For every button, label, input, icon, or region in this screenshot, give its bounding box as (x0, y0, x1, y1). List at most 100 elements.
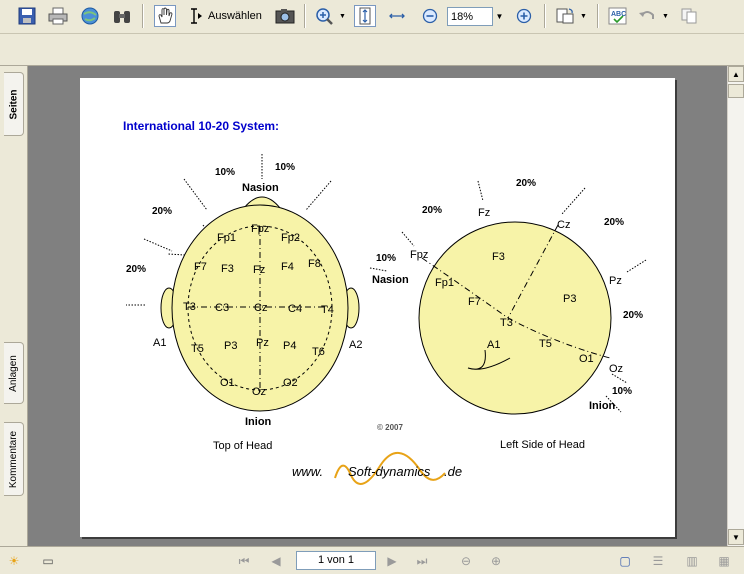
svg-text:F4: F4 (281, 261, 294, 273)
scroll-down-icon[interactable]: ▼ (728, 529, 744, 545)
svg-text:F8: F8 (308, 258, 321, 270)
secondary-toolbar (0, 34, 744, 66)
side-tab-attachments[interactable]: Anlagen (4, 342, 24, 404)
undo-icon[interactable] (636, 5, 658, 27)
copy-icon[interactable] (678, 5, 700, 27)
svg-text:T3: T3 (183, 301, 196, 313)
side-tab-comments[interactable]: Kommentare (4, 422, 24, 496)
svg-text:Oz: Oz (609, 363, 623, 375)
head-side-outline (418, 221, 612, 415)
top-a1-label: A1 (153, 337, 166, 349)
copyright-label: © 2007 (377, 423, 403, 432)
next-page-icon[interactable]: ▶ (382, 551, 402, 571)
zoom-out-icon[interactable] (419, 5, 441, 27)
hand-tool-icon[interactable] (154, 5, 176, 27)
svg-text:T4: T4 (321, 304, 334, 316)
svg-text:P3: P3 (563, 293, 576, 305)
first-page-icon[interactable]: ⏮ (234, 551, 254, 571)
page-indicator[interactable]: 1 von 1 (296, 551, 376, 570)
zoom-level-dropdown-icon[interactable]: ▼ (493, 7, 506, 26)
last-page-icon[interactable]: ⏭ (412, 551, 432, 571)
facing-view-icon[interactable]: ▥ (682, 551, 702, 571)
side-view: Nasion Inion 20% 20% 20% 20% 10% 10% Fz … (369, 178, 647, 451)
svg-text:20%: 20% (604, 217, 624, 228)
continuous-facing-view-icon[interactable]: ▦ (714, 551, 734, 571)
zoom-in-icon[interactable] (513, 5, 535, 27)
go-back-icon[interactable]: ⊖ (456, 551, 476, 571)
soft-dynamics-logo: www. Soft-dynamics .de (292, 452, 462, 485)
svg-text:Oz: Oz (252, 386, 266, 398)
svg-text:Fpz: Fpz (251, 223, 269, 235)
svg-text:O1: O1 (579, 353, 594, 365)
svg-text:P4: P4 (283, 340, 296, 352)
undo-dropdown-icon[interactable]: ▼ (662, 13, 669, 20)
zoom-level-input[interactable] (447, 7, 493, 26)
svg-text:Fpz: Fpz (410, 249, 428, 261)
svg-text:C4: C4 (288, 303, 302, 315)
svg-text:10%: 10% (275, 162, 295, 173)
text-select-icon[interactable] (183, 5, 205, 27)
svg-text:10%: 10% (612, 386, 632, 397)
print-icon[interactable] (47, 5, 69, 27)
side-inion-label: Inion (589, 400, 616, 412)
spellcheck-icon[interactable]: ABC (607, 5, 629, 27)
email-icon[interactable] (79, 5, 101, 27)
search-binoculars-icon[interactable] (111, 5, 133, 27)
svg-text:C3: C3 (215, 302, 229, 314)
svg-text:.de: .de (444, 464, 462, 479)
page-thumbnail-icon[interactable]: ▭ (38, 551, 58, 571)
top-inion-label: Inion (245, 416, 272, 428)
top-view: Nasion Inion 10% 10% 20% 20% A1 A2 Fpz F… (126, 154, 362, 452)
svg-text:Fz: Fz (478, 207, 490, 219)
side-tab-pages[interactable]: Seiten (4, 72, 24, 136)
svg-text:20%: 20% (623, 310, 643, 321)
select-tool-label[interactable]: Auswählen (208, 10, 262, 22)
scroll-thumb[interactable] (728, 84, 744, 98)
svg-text:ABC: ABC (611, 11, 626, 18)
svg-text:Cz: Cz (254, 302, 267, 314)
fit-width-icon[interactable] (386, 5, 408, 27)
status-bar: ☀ ▭ ⏮ ◀ 1 von 1 ▶ ⏭ ⊖ ⊕ ▢ ☰ ▥ ▦ (0, 546, 744, 574)
top-a2-label: A2 (349, 339, 362, 351)
security-sun-icon[interactable]: ☀ (4, 551, 24, 571)
svg-text:20%: 20% (422, 205, 442, 216)
svg-text:T3: T3 (500, 317, 513, 329)
svg-text:F3: F3 (221, 263, 234, 275)
svg-text:Fz: Fz (253, 264, 265, 276)
continuous-view-icon[interactable]: ☰ (648, 551, 668, 571)
zoom-tool-dropdown-icon[interactable]: ▼ (339, 13, 346, 20)
svg-text:Cz: Cz (557, 219, 570, 231)
eeg-diagram: International 10-20 System: Nasion Inion… (123, 119, 647, 485)
save-icon[interactable] (16, 5, 38, 27)
side-view-caption: Left Side of Head (500, 439, 585, 451)
svg-text:Pz: Pz (609, 275, 622, 287)
top-view-caption: Top of Head (213, 440, 272, 452)
rotate-dropdown-icon[interactable]: ▼ (580, 13, 587, 20)
svg-text:P3: P3 (224, 340, 237, 352)
previous-page-icon[interactable]: ◀ (266, 551, 286, 571)
side-a1-label: A1 (487, 339, 500, 351)
svg-text:10%: 10% (376, 253, 396, 264)
svg-text:Fp1: Fp1 (217, 232, 236, 244)
svg-text:10%: 10% (215, 167, 235, 178)
go-forward-icon[interactable]: ⊕ (486, 551, 506, 571)
svg-text:F3: F3 (492, 251, 505, 263)
main-toolbar: Auswählen ▼ ▼ ▼ ABC ▼ (0, 0, 744, 34)
svg-text:Pz: Pz (256, 337, 269, 349)
scroll-up-icon[interactable]: ▲ (728, 66, 744, 82)
snapshot-camera-icon[interactable] (274, 5, 296, 27)
single-page-view-icon[interactable]: ▢ (615, 551, 635, 571)
svg-text:20%: 20% (126, 264, 146, 275)
svg-text:T5: T5 (191, 343, 204, 355)
zoom-in-tool-icon[interactable] (314, 5, 336, 27)
svg-text:Fp1: Fp1 (435, 277, 454, 289)
svg-text:T6: T6 (312, 346, 325, 358)
svg-text:www.: www. (292, 464, 323, 479)
svg-text:O1: O1 (220, 377, 235, 389)
vertical-scrollbar[interactable]: ▲ ▼ (727, 66, 744, 546)
side-nasion-label: Nasion (372, 274, 409, 286)
rotate-view-icon[interactable] (554, 5, 576, 27)
top-nasion-label: Nasion (242, 182, 279, 194)
svg-text:O2: O2 (283, 377, 298, 389)
fit-page-icon[interactable] (354, 5, 376, 27)
